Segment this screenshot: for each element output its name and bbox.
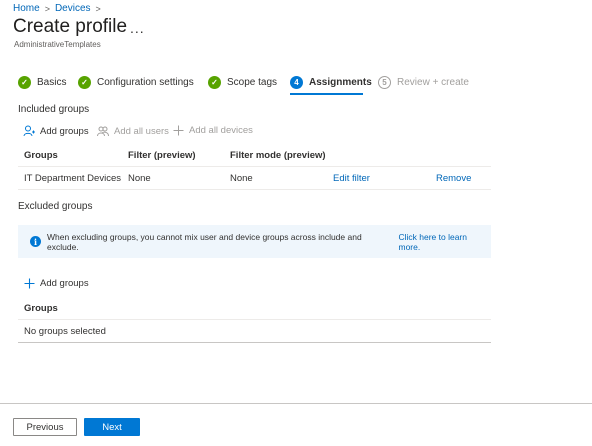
column-header-filter-mode: Filter mode (preview) [230,149,326,161]
info-icon: i [30,236,41,247]
check-icon: ✓ [18,76,31,89]
cell-filter: None [128,172,151,184]
empty-message: No groups selected [24,325,106,337]
step-label: Configuration settings [97,77,194,88]
info-banner: i When excluding groups, you cannot mix … [18,225,491,258]
next-button[interactable]: Next [84,418,140,436]
step-number-badge: 4 [290,76,303,89]
breadcrumb: Home > Devices > [13,3,101,14]
step-label: Basics [37,77,67,88]
add-all-devices-label: Add all devices [189,125,253,136]
add-all-users-button[interactable]: Add all users [97,125,169,137]
learn-more-link[interactable]: Click here to learn more. [398,232,491,252]
breadcrumb-home[interactable]: Home [13,3,40,14]
plus-icon [173,125,184,136]
step-label: Assignments [309,77,372,88]
check-icon: ✓ [78,76,91,89]
breadcrumb-devices[interactable]: Devices [55,3,91,14]
included-groups-table: Groups Filter (preview) Filter mode (pre… [18,144,491,190]
step-review-create: 5 Review + create [378,76,469,89]
page-subtitle: AdministrativeTemplates [14,40,101,49]
table-header: Groups Filter (preview) Filter mode (pre… [18,144,491,167]
step-configuration-settings[interactable]: ✓ Configuration settings [78,76,194,89]
info-text: When excluding groups, you cannot mix us… [47,231,362,252]
add-groups-label: Add groups [40,125,89,137]
chevron-right-icon: > [44,3,50,14]
add-excluded-groups-button[interactable]: Add groups [24,278,89,289]
plus-icon [24,278,35,289]
table-row: IT Department Devices None None Edit fil… [18,167,491,190]
column-header-groups: Groups [24,149,58,161]
remove-link[interactable]: Remove [436,173,491,184]
add-groups-button[interactable]: Add groups [23,125,89,137]
users-icon [97,125,109,137]
previous-button[interactable]: Previous [13,418,77,436]
cell-group-name: IT Department Devices [24,172,121,184]
add-all-devices-button[interactable]: Add all devices [173,125,253,136]
cell-filter-mode: None [230,172,253,184]
add-all-users-label: Add all users [114,125,169,137]
table-header: Groups [18,297,491,320]
more-options-button[interactable]: ... [130,20,145,36]
step-label: Review + create [397,77,469,88]
step-number-badge: 5 [378,76,391,89]
step-assignments[interactable]: 4 Assignments [290,76,372,89]
add-groups-label: Add groups [40,278,89,289]
chevron-right-icon: > [95,3,101,14]
footer-divider [0,403,592,404]
step-label: Scope tags [227,77,278,88]
page-title: Create profile [13,16,128,37]
excluded-groups-label: Excluded groups [18,201,93,212]
check-icon: ✓ [208,76,221,89]
excluded-groups-table: Groups No groups selected [18,297,491,343]
step-basics[interactable]: ✓ Basics [18,76,66,89]
step-scope-tags[interactable]: ✓ Scope tags [208,76,277,89]
edit-filter-link[interactable]: Edit filter [333,173,436,184]
included-groups-label: Included groups [18,104,90,115]
empty-row: No groups selected [18,320,491,343]
column-header-groups: Groups [24,302,58,314]
active-step-indicator [290,93,363,95]
column-header-filter: Filter (preview) [128,149,196,161]
add-user-icon [23,125,35,137]
